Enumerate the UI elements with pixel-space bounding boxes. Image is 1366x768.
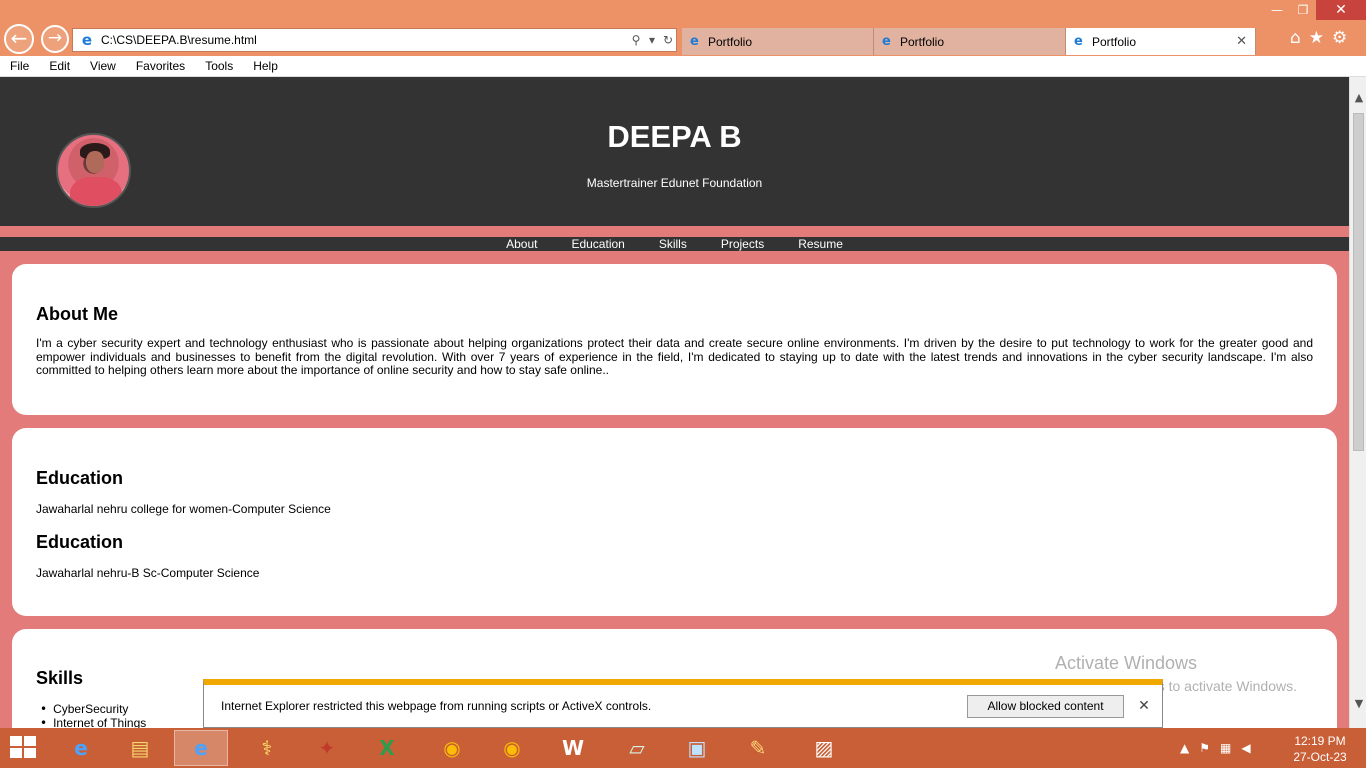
search-icon[interactable]: ⚲ xyxy=(628,33,644,47)
skills-heading: Skills xyxy=(36,668,84,688)
taskbar: e ▤ e ⚕ ✦ X ◉ ◉ W ▱ ▣ ✎ ▨ ▲ ⚑ ▦ ◀ 12:19 … xyxy=(0,728,1366,768)
education-heading: Education xyxy=(36,468,124,488)
minimize-button[interactable]: — xyxy=(1264,0,1290,20)
ie-active-taskbar-icon[interactable]: e xyxy=(174,730,228,766)
education-card: Education Jawaharlal nehru college for w… xyxy=(12,428,1337,616)
chevron-up-icon[interactable]: ▲ xyxy=(1180,741,1189,755)
tab-portfolio-2[interactable]: e Portfolio xyxy=(874,28,1066,55)
ie-tab-icon: e xyxy=(882,33,891,49)
nav-education[interactable]: Education xyxy=(554,237,641,251)
site-nav: About Education Skills Projects Resume xyxy=(0,237,1349,251)
about-heading: About Me xyxy=(36,304,118,324)
allow-blocked-content-button[interactable]: Allow blocked content xyxy=(967,694,1124,718)
menu-help[interactable]: Help xyxy=(243,59,288,73)
scroll-thumb[interactable] xyxy=(1353,113,1364,451)
list-item: Internet of Things xyxy=(40,716,146,728)
excel-icon[interactable]: X xyxy=(360,730,414,766)
photos-icon[interactable]: ▨ xyxy=(797,730,851,766)
windows-start-icon[interactable] xyxy=(10,736,38,760)
scroll-up-icon[interactable]: ▲ xyxy=(1353,91,1365,105)
ie-page-icon: e xyxy=(81,31,93,49)
volume-icon[interactable]: ◀ xyxy=(1241,741,1250,755)
taskbar-clock[interactable]: 12:19 PM 27-Oct-23 xyxy=(1285,733,1355,765)
tab-portfolio-active[interactable]: e Portfolio ✕ xyxy=(1066,28,1256,55)
clock-date: 27-Oct-23 xyxy=(1293,750,1347,764)
watermark-title: Activate Windows xyxy=(1055,653,1198,673)
education-entry: Jawaharlal nehru college for women-Compu… xyxy=(36,502,331,516)
ie-taskbar-icon[interactable]: e xyxy=(54,730,108,766)
close-window-button[interactable]: ✕ xyxy=(1316,0,1366,20)
browser-titlebar: ← → e C:\CS\DEEPA.B\resume.html ⚲ ▾ ↻ e … xyxy=(0,0,1366,56)
notification-bar: Internet Explorer restricted this webpag… xyxy=(203,679,1163,728)
menu-tools[interactable]: Tools xyxy=(195,59,243,73)
gear-icon[interactable]: ⚙ xyxy=(1332,28,1347,48)
app-icon[interactable]: ✦ xyxy=(300,730,354,766)
favorites-star-icon[interactable]: ★ xyxy=(1309,28,1324,48)
photo-viewer-icon[interactable]: ▣ xyxy=(670,730,724,766)
menu-file[interactable]: File xyxy=(0,59,39,73)
vertical-scrollbar[interactable]: ▲ ▼ xyxy=(1349,77,1366,728)
refresh-icon[interactable]: ↻ xyxy=(660,33,676,47)
address-bar[interactable]: e C:\CS\DEEPA.B\resume.html ⚲ ▾ ↻ xyxy=(72,28,677,52)
chrome-icon[interactable]: ◉ xyxy=(425,730,479,766)
notepad-icon[interactable]: ▱ xyxy=(610,730,664,766)
python-icon[interactable]: ⚕ xyxy=(240,730,294,766)
tab-label: Portfolio xyxy=(900,34,945,49)
clock-time: 12:19 PM xyxy=(1294,734,1346,748)
nav-skills[interactable]: Skills xyxy=(642,237,704,251)
forward-button[interactable]: → xyxy=(41,25,69,53)
scroll-down-icon[interactable]: ▼ xyxy=(1353,697,1365,711)
site-title: DEEPA B xyxy=(607,119,742,154)
education-heading: Education xyxy=(36,532,124,552)
chrome-profile-icon[interactable]: ◉ xyxy=(485,730,539,766)
nav-projects[interactable]: Projects xyxy=(704,237,781,251)
tab-label: Portfolio xyxy=(708,34,753,49)
paint-icon[interactable]: ✎ xyxy=(731,730,785,766)
file-explorer-icon[interactable]: ▤ xyxy=(113,730,167,766)
nav-about[interactable]: About xyxy=(489,237,554,251)
menu-edit[interactable]: Edit xyxy=(39,59,80,73)
list-item: CyberSecurity xyxy=(40,702,146,716)
nav-resume[interactable]: Resume xyxy=(781,237,860,251)
about-text: I'm a cyber security expert and technolo… xyxy=(36,336,1313,377)
close-icon[interactable]: ✕ xyxy=(1134,698,1154,714)
close-tab-icon[interactable]: ✕ xyxy=(1236,34,1247,49)
system-tray: ▲ ⚑ ▦ ◀ xyxy=(1180,728,1251,768)
dropdown-arrow-icon[interactable]: ▾ xyxy=(644,33,660,47)
tab-portfolio-1[interactable]: e Portfolio xyxy=(682,28,874,55)
menu-bar: File Edit View Favorites Tools Help xyxy=(0,56,1366,77)
site-subtitle: Mastertrainer Edunet Foundation xyxy=(586,176,763,190)
notification-message: Internet Explorer restricted this webpag… xyxy=(221,699,652,713)
browser-toolbar-icons: ⌂ ★ ⚙ xyxy=(1290,28,1347,48)
menu-view[interactable]: View xyxy=(80,59,126,73)
menu-favorites[interactable]: Favorites xyxy=(126,59,195,73)
page-viewport: DEEPA B Mastertrainer Edunet Foundation … xyxy=(0,77,1349,728)
skills-list: CyberSecurity Internet of Things xyxy=(40,702,146,728)
address-url[interactable]: C:\CS\DEEPA.B\resume.html xyxy=(101,33,628,47)
network-icon[interactable]: ▦ xyxy=(1220,741,1231,755)
education-entry: Jawaharlal nehru-B Sc-Computer Science xyxy=(36,566,260,580)
about-card: About Me I'm a cyber security expert and… xyxy=(12,264,1337,415)
word-icon[interactable]: W xyxy=(546,730,600,766)
ie-tab-icon: e xyxy=(1074,33,1083,49)
ie-tab-icon: e xyxy=(690,33,699,49)
home-icon[interactable]: ⌂ xyxy=(1290,28,1301,48)
back-button[interactable]: ← xyxy=(4,24,34,54)
restore-button[interactable]: ❐ xyxy=(1290,0,1316,20)
site-header: DEEPA B Mastertrainer Edunet Foundation xyxy=(0,77,1349,226)
tab-label: Portfolio xyxy=(1092,34,1137,49)
flag-icon[interactable]: ⚑ xyxy=(1199,741,1210,755)
